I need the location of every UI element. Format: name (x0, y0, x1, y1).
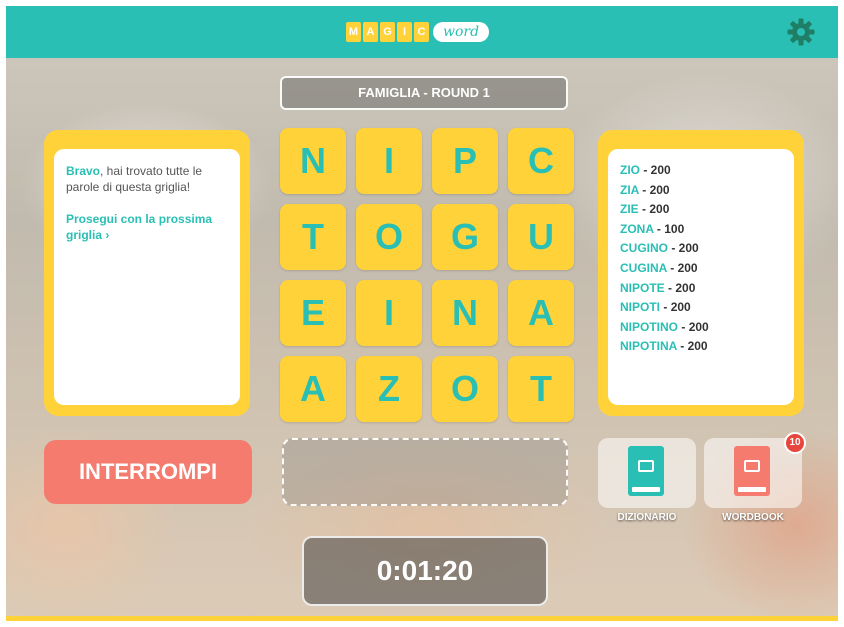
bottom-bar (6, 616, 838, 621)
found-word: ZIA (620, 182, 639, 197)
letter-tile[interactable]: O (432, 356, 498, 422)
found-word-row: CUGINO - 200 (620, 241, 699, 256)
round-title: FAMIGLIA - ROUND 1 (280, 76, 568, 110)
gear-icon (787, 18, 815, 46)
book-mark (744, 460, 760, 472)
top-bar: M A G I C word (6, 6, 838, 58)
found-word-row: NIPOTE - 200 (620, 280, 696, 295)
logo-letters: M A G I C (346, 22, 429, 42)
found-words-list: ZIO - 200 ZIA - 200 ZIE - 200 ZONA - 100… (608, 149, 794, 405)
letter-tile[interactable]: O (356, 204, 422, 270)
wordbook-icon (734, 446, 770, 496)
found-word-row: ZIA - 200 (620, 182, 670, 197)
found-word-row: NIPOTINO - 200 (620, 319, 709, 334)
logo-letter: M (346, 22, 361, 42)
logo-letter: I (397, 22, 412, 42)
found-word: ZIE (620, 202, 639, 217)
letter-tile[interactable]: Z (356, 356, 422, 422)
next-grid-link[interactable]: Prosegui con la prossima griglia › (66, 211, 228, 243)
letter-tile[interactable]: N (432, 280, 498, 346)
letter-tile[interactable]: N (280, 128, 346, 194)
found-word-row: NIPOTINA - 200 (620, 339, 708, 354)
logo-letter: A (363, 22, 378, 42)
letter-tile[interactable]: E (280, 280, 346, 346)
letter-tile[interactable]: C (508, 128, 574, 194)
message-text: Bravo, hai trovato tutte le parole di qu… (66, 163, 228, 195)
wordbook-button[interactable]: 10 WORDBOOK (704, 432, 806, 523)
word-points: 200 (677, 260, 698, 275)
logo-letter: G (380, 22, 395, 42)
letter-tile[interactable]: G (432, 204, 498, 270)
dictionary-button[interactable]: DIZIONARIO (598, 438, 696, 523)
letter-tile[interactable]: I (356, 128, 422, 194)
message-strong: Bravo (66, 164, 101, 178)
found-word: NIPOTINA (620, 339, 677, 354)
found-word: CUGINA (620, 260, 667, 275)
game-timer: 0:01:20 (302, 536, 548, 606)
found-words-panel: ZIO - 200 ZIA - 200 ZIE - 200 ZONA - 100… (598, 130, 804, 416)
interrupt-button[interactable]: INTERROMPI (44, 440, 252, 504)
wordbook-badge: 10 (784, 432, 806, 454)
letter-tile[interactable]: P (432, 128, 498, 194)
found-word: CUGINO (620, 241, 668, 256)
found-word: NIPOTE (620, 280, 665, 295)
found-word: NIPOTINO (620, 319, 679, 334)
found-word-row: CUGINA - 200 (620, 260, 698, 275)
found-word: NIPOTI (620, 300, 661, 315)
letter-tile[interactable]: A (508, 280, 574, 346)
dictionary-label: DIZIONARIO (617, 512, 677, 523)
word-drop-zone[interactable] (282, 438, 568, 506)
book-mark (638, 460, 654, 472)
found-word-row: ZIO - 200 (620, 163, 671, 177)
word-points: 200 (687, 339, 708, 354)
word-points: 200 (670, 300, 691, 315)
found-word: ZONA (620, 221, 654, 236)
word-points: 100 (664, 221, 685, 236)
game-screen: M A G I C word FAMIGLIA - ROUND 1 Bravo,… (6, 6, 838, 621)
word-points: 200 (649, 182, 670, 197)
word-points: 200 (675, 280, 696, 295)
found-word-row: ZIE - 200 (620, 202, 670, 217)
letter-tile[interactable]: U (508, 204, 574, 270)
wordbook-label: WORDBOOK (722, 512, 784, 523)
letter-tile[interactable]: A (280, 356, 346, 422)
letter-tile[interactable]: T (508, 356, 574, 422)
letter-grid: N I P C T O G U E I N A A Z O T (280, 128, 574, 422)
word-points: 200 (649, 202, 670, 217)
found-word-row: ZONA - 100 (620, 221, 685, 236)
word-points: 200 (650, 163, 671, 177)
letter-tile[interactable]: I (356, 280, 422, 346)
word-points: 200 (678, 241, 699, 256)
message-card: Bravo, hai trovato tutte le parole di qu… (54, 149, 240, 405)
found-word-row: NIPOTI - 200 (620, 300, 691, 315)
logo-word: word (433, 22, 490, 42)
found-word: ZIO (620, 163, 640, 177)
settings-button[interactable] (786, 17, 816, 47)
letter-tile[interactable]: T (280, 204, 346, 270)
logo-letter: C (414, 22, 429, 42)
magic-word-logo: M A G I C word (346, 18, 490, 46)
message-panel: Bravo, hai trovato tutte le parole di qu… (44, 130, 250, 416)
dictionary-book-icon (628, 446, 664, 496)
word-points: 200 (688, 319, 709, 334)
